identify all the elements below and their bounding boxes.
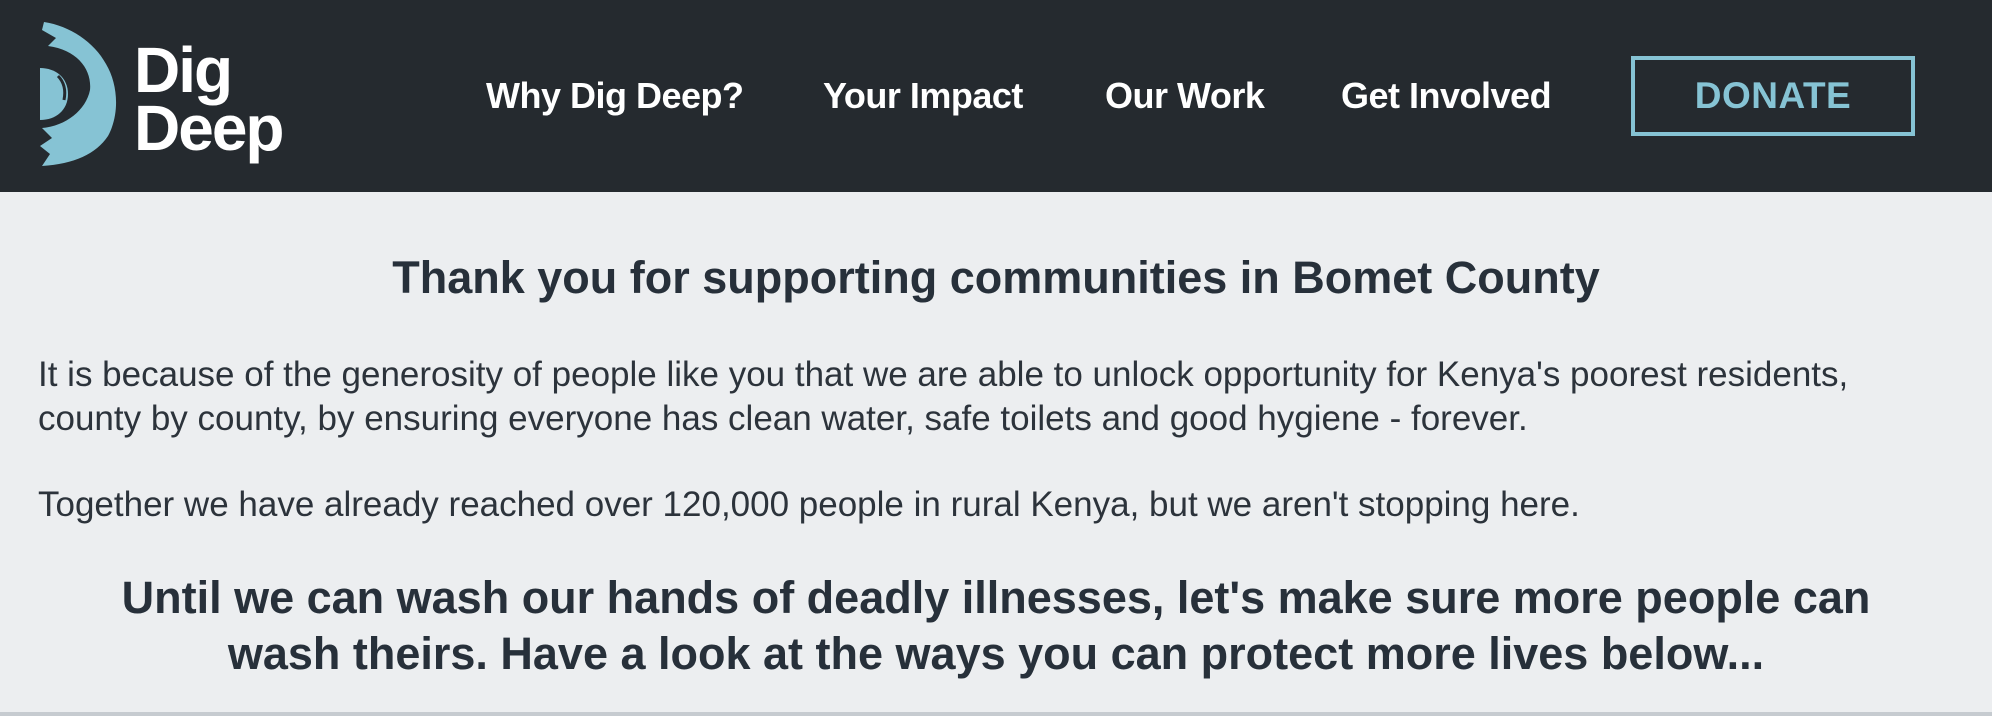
- nav-get-involved[interactable]: Get Involved: [1341, 0, 1552, 192]
- logo-mark-icon: [40, 22, 117, 166]
- nav-why-dig-deep[interactable]: Why Dig Deep?: [486, 0, 744, 192]
- main-content: Thank you for supporting communities in …: [0, 192, 1992, 716]
- logo-word-deep: Deep: [134, 92, 284, 164]
- reach-paragraph: Together we have already reached over 12…: [38, 485, 1580, 524]
- nav-our-work[interactable]: Our Work: [1105, 0, 1265, 192]
- bottom-divider: [0, 712, 1992, 716]
- nav-your-impact[interactable]: Your Impact: [823, 0, 1023, 192]
- dig-deep-logo[interactable]: Dig Deep: [36, 20, 296, 170]
- donate-button[interactable]: DONATE: [1631, 56, 1915, 136]
- intro-paragraph: It is because of the generosity of peopl…: [38, 355, 1849, 438]
- site-header: Dig Deep Why Dig Deep? Your Impact Our W…: [0, 0, 1992, 192]
- call-to-action-heading: Until we can wash our hands of deadly il…: [121, 572, 1871, 679]
- logo-word-dig: Dig: [134, 34, 233, 106]
- page-title: Thank you for supporting communities in …: [392, 252, 1600, 303]
